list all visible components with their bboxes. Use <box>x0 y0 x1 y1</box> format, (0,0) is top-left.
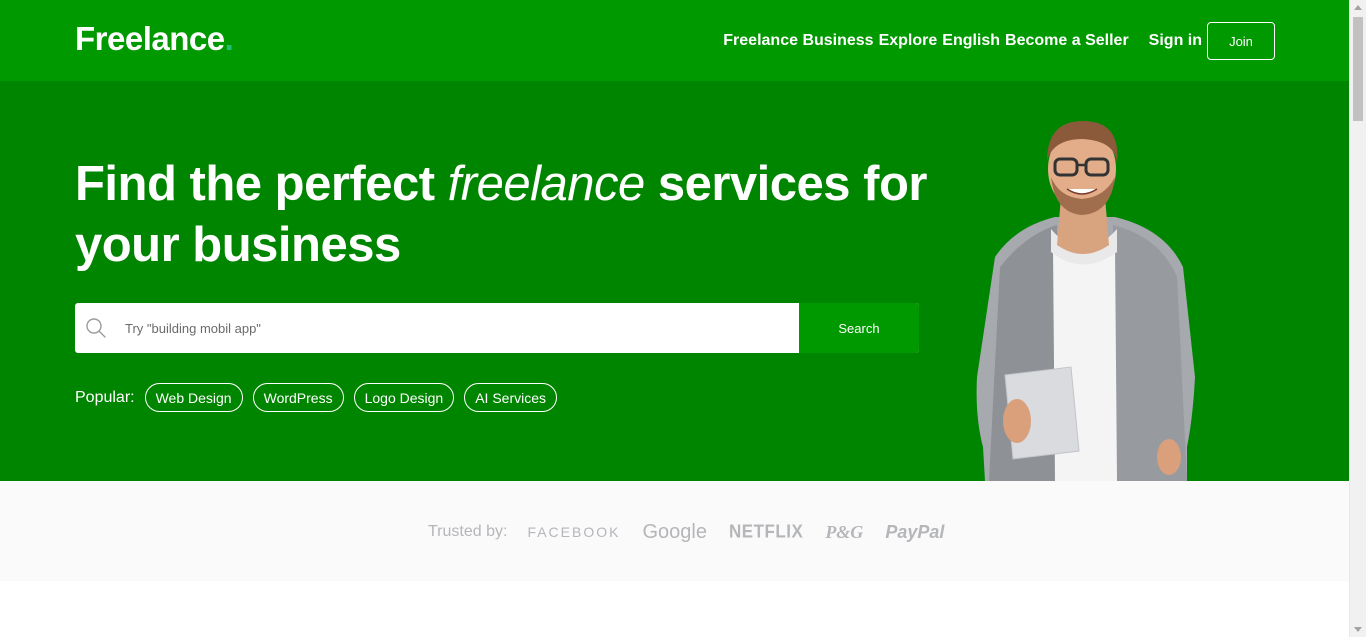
hero-title-italic: freelance <box>447 157 646 211</box>
tag-ai-services[interactable]: AI Services <box>464 383 558 412</box>
logo-dot: . <box>224 20 234 57</box>
popular-label: Popular: <box>75 388 135 406</box>
nav-link-become-seller[interactable]: Become a Seller <box>1005 32 1129 50</box>
scroll-down-arrow-icon[interactable] <box>1354 627 1362 632</box>
hero-section: Find the perfect freelance services for … <box>0 81 1349 481</box>
navbar: Freelance. Freelance Business Explore En… <box>0 0 1349 81</box>
nav-link-freelance-business[interactable]: Freelance Business <box>723 32 873 50</box>
nav-link-english[interactable]: English <box>942 32 1000 50</box>
scrollbar-thumb[interactable] <box>1353 17 1363 121</box>
hero-title-part1: Find the perfect <box>75 157 448 211</box>
brand-logo-paypal: PayPal <box>885 521 945 542</box>
logo[interactable]: Freelance. <box>75 20 234 58</box>
search-button[interactable]: Search <box>799 303 919 353</box>
hero-person-image <box>976 121 1195 481</box>
search-input[interactable] <box>125 303 795 353</box>
vertical-scrollbar[interactable] <box>1349 0 1366 637</box>
search-icon <box>85 317 107 339</box>
brand-logo-netflix: NETFLIX <box>728 521 804 542</box>
brand-logo-google: Google <box>642 520 707 543</box>
nav-link-sign-in[interactable]: Sign in <box>1149 32 1202 50</box>
tag-wordpress[interactable]: WordPress <box>252 383 344 412</box>
nav-links: Freelance Business Explore English Becom… <box>723 22 1275 60</box>
search-bar: Search <box>75 303 919 353</box>
hero-title: Find the perfect freelance services for … <box>75 154 955 276</box>
trusted-by-bar: Trusted by: FACEBOOK Google NETFLIX P&G … <box>0 481 1349 581</box>
page: Freelance. Freelance Business Explore En… <box>0 0 1349 637</box>
nav-link-explore[interactable]: Explore <box>879 32 938 50</box>
trusted-by-row: Trusted by: FACEBOOK Google NETFLIX P&G … <box>428 519 944 545</box>
logo-text: Freelance <box>75 20 225 57</box>
trusted-by-label: Trusted by: <box>428 523 508 540</box>
brand-logo-facebook: FACEBOOK <box>527 524 621 540</box>
tag-logo-design[interactable]: Logo Design <box>353 383 455 412</box>
tag-web-design[interactable]: Web Design <box>144 383 243 412</box>
brand-logo-pg: P&G <box>825 521 864 542</box>
popular-tags: Popular: Web Design WordPress Logo Desig… <box>75 383 567 412</box>
scroll-up-arrow-icon[interactable] <box>1354 5 1362 10</box>
join-button[interactable]: Join <box>1207 22 1275 60</box>
